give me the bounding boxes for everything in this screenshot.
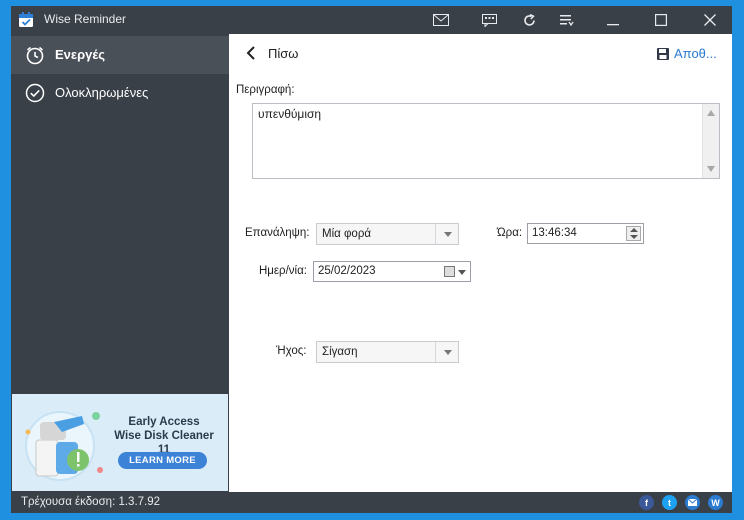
chevron-down-icon[interactable] (458, 270, 466, 275)
repeat-select[interactable]: Μία φορά (316, 223, 459, 245)
description-value: υπενθύμιση (258, 107, 322, 121)
chevron-left-icon (246, 46, 255, 60)
envelope-icon (688, 499, 697, 506)
chevron-down-icon (435, 342, 458, 362)
save-icon (657, 47, 669, 60)
time-label: Ώρα: (497, 227, 523, 239)
close-button[interactable] (698, 6, 722, 34)
chevron-down-icon (435, 224, 458, 244)
promo-line-1: Early Access (128, 416, 200, 428)
time-value: 13:46:34 (532, 227, 577, 239)
close-icon (704, 14, 716, 26)
chat-icon (481, 13, 497, 27)
status-bar: Τρέχουσα έκδοση: 1.3.7.92 f t W (11, 492, 732, 513)
spin-down-icon[interactable] (630, 235, 638, 239)
twitter-icon[interactable]: t (662, 495, 677, 510)
description-textarea[interactable]: υπενθύμιση (252, 103, 720, 179)
sidebar: Ενεργές Ολοκληρωμένες Early Access Wise … (11, 34, 229, 492)
date-label: Ημερ/νία: (259, 265, 307, 277)
version-text: Τρέχουσα έκδοση: 1.3.7.92 (21, 496, 161, 508)
feedback-button[interactable] (477, 6, 501, 34)
scroll-up-icon[interactable] (707, 110, 715, 116)
title-bar: Wise Reminder (11, 6, 732, 34)
mail-icon (433, 14, 449, 26)
repeat-value: Μία φορά (322, 228, 372, 240)
app-window: Wise Reminder Ενεργές Ολοκληρωμένες Earl… (11, 6, 732, 513)
menu-icon (560, 15, 574, 26)
minimize-icon (607, 24, 619, 26)
check-circle-icon (25, 83, 45, 103)
sidebar-item-label: Ολοκληρωμένες (55, 85, 149, 100)
maximize-icon (655, 14, 667, 26)
sound-select[interactable]: Σίγαση (316, 341, 459, 363)
clock-icon (26, 46, 44, 65)
maximize-button[interactable] (649, 6, 673, 34)
time-input[interactable]: 13:46:34 (527, 223, 644, 244)
sound-label: Ήχος: (276, 345, 307, 357)
description-label: Περιγραφή: (236, 84, 295, 96)
back-label: Πίσω (268, 46, 299, 61)
sidebar-item-completed[interactable]: Ολοκληρωμένες (11, 74, 229, 112)
scroll-down-icon[interactable] (707, 166, 715, 172)
mail-button[interactable] (429, 6, 453, 34)
minimize-button[interactable] (601, 6, 625, 34)
date-value: 25/02/2023 (318, 265, 376, 277)
main-panel: Πίσω Αποθ... Περιγραφή: υπενθύμιση Επανά… (229, 34, 732, 492)
promo-banner[interactable]: Early Access Wise Disk Cleaner 11 LEARN … (12, 394, 228, 491)
date-picker[interactable]: 25/02/2023 (313, 261, 471, 282)
wisecleaner-icon[interactable]: W (708, 495, 723, 510)
window-title: Wise Reminder (44, 12, 127, 26)
app-logo-icon (19, 12, 33, 27)
facebook-icon[interactable]: f (639, 495, 654, 510)
menu-button[interactable] (555, 6, 579, 34)
textarea-scrollbar[interactable] (702, 104, 719, 178)
sidebar-item-label: Ενεργές (55, 47, 105, 62)
promo-title: Early Access Wise Disk Cleaner 11 (108, 415, 220, 457)
repeat-label: Επανάληψη: (245, 227, 310, 239)
save-label: Αποθ... (674, 46, 717, 61)
sound-value: Σίγαση (322, 346, 358, 358)
back-button[interactable]: Πίσω (244, 43, 324, 63)
spin-up-icon[interactable] (630, 228, 638, 232)
sidebar-item-active[interactable]: Ενεργές (11, 36, 229, 74)
disk-cleaner-illustration (25, 411, 103, 481)
save-button[interactable]: Αποθ... (657, 46, 717, 61)
email-icon[interactable] (685, 495, 700, 510)
time-spinner[interactable] (626, 226, 641, 241)
refresh-button[interactable] (517, 6, 541, 34)
refresh-icon (523, 13, 535, 26)
calendar-icon[interactable] (444, 266, 455, 277)
learn-more-button[interactable]: LEARN MORE (118, 452, 207, 469)
